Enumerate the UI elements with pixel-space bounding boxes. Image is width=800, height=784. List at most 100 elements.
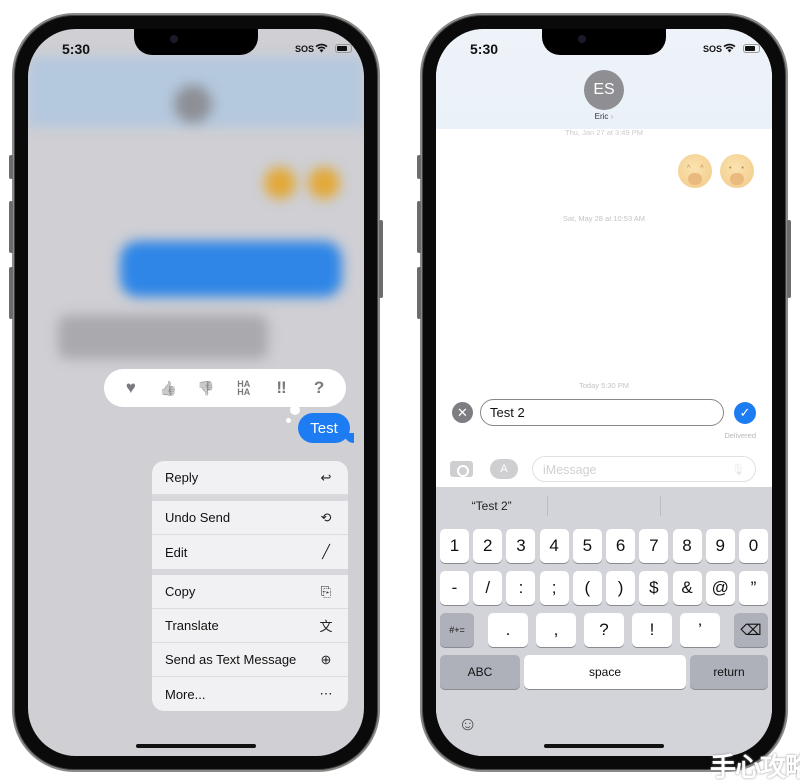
status-bar: 5:30 SOS (28, 41, 364, 61)
apps-glyph: A (500, 463, 508, 475)
tapback-bar: ♥ 👍 👎 HA HA ‼ ? (104, 369, 346, 407)
home-indicator[interactable] (136, 744, 256, 748)
key[interactable]: 7 (639, 529, 669, 563)
key[interactable]: 3 (506, 529, 536, 563)
edit-message-row: ✕ Test 2 ✓ (450, 399, 758, 427)
volume-down-button (417, 267, 421, 319)
key[interactable]: 4 (539, 529, 569, 563)
chevron-right-icon: › (610, 112, 614, 121)
mute-switch (9, 155, 13, 179)
menu-item-copy[interactable]: Copy ⎘ (152, 575, 348, 609)
blurred-bubble (120, 241, 342, 297)
abc-key[interactable]: ABC (440, 655, 520, 689)
key[interactable]: & (672, 571, 702, 605)
menu-item-reply[interactable]: Reply ↩ (152, 461, 348, 495)
menu-label: Copy (165, 584, 196, 599)
menu-item-undo-send[interactable]: Undo Send ⟲ (152, 501, 348, 535)
cancel-edit-button[interactable]: ✕ (452, 402, 473, 423)
keyboard-row-symbols: - /:;() $ & @” (440, 571, 768, 605)
key[interactable]: 6 (606, 529, 636, 563)
key[interactable]: 8 (672, 529, 702, 563)
send-arrow-icon: ⊕ (320, 651, 332, 667)
more-symbols-key[interactable]: #+= (440, 613, 474, 647)
key[interactable]: , (536, 613, 576, 647)
menu-label: Reply (165, 470, 199, 485)
key[interactable]: 1 (440, 529, 469, 563)
emoji-hand-over-mouth[interactable]: ^ ^ (678, 154, 712, 188)
confirm-edit-button[interactable]: ✓ (734, 402, 756, 424)
avatar-initials: ES (593, 81, 615, 98)
edit-value: Test 2 (490, 405, 525, 420)
key[interactable]: 9 (705, 529, 735, 563)
imessage-placeholder: iMessage (543, 463, 597, 477)
keyboard-row-bottom: ABC space return (440, 655, 768, 689)
microphone-icon[interactable]: 🎙 (731, 463, 745, 476)
space-key[interactable]: space (524, 655, 686, 689)
key[interactable]: ; (539, 571, 569, 605)
timestamp: Today 5:30 PM (578, 381, 630, 390)
emoji-face-open-eyes-hand-over-mouth[interactable]: • • (720, 154, 754, 188)
key[interactable]: ) (606, 571, 636, 605)
key[interactable]: 0 (738, 529, 768, 563)
emoji-keyboard-icon[interactable]: ☺ (458, 714, 477, 736)
key[interactable]: 2 (473, 529, 503, 563)
keyboard: “Test 2” 1234567890 - /:;() $ & @” #+= .,?!’… (436, 487, 772, 756)
key[interactable]: ? (584, 613, 624, 647)
app-store-icon[interactable]: A (490, 459, 518, 479)
key[interactable]: : (506, 571, 536, 605)
suggestion[interactable] (661, 496, 772, 516)
more-icon: ⋯ (319, 686, 333, 701)
wifi-icon (315, 43, 328, 53)
key[interactable]: - (440, 571, 469, 605)
key[interactable]: ! (632, 613, 672, 647)
key[interactable]: / (473, 571, 503, 605)
thumbs-down-icon[interactable]: 👎 (192, 380, 220, 397)
suggestion[interactable] (548, 496, 659, 516)
contact-avatar[interactable]: ES (584, 70, 624, 110)
contact-name: Eric (594, 112, 609, 121)
key[interactable]: @ (705, 571, 735, 605)
haha-icon[interactable]: HA HA (230, 380, 258, 397)
menu-item-translate[interactable]: Translate 文 (152, 609, 348, 643)
key[interactable]: ( (572, 571, 602, 605)
blurred-emoji (308, 167, 340, 199)
mute-switch (417, 155, 421, 179)
wifi-icon (723, 43, 736, 53)
key[interactable]: ” (738, 571, 768, 605)
menu-item-edit[interactable]: Edit ╱ (152, 535, 348, 569)
volume-down-button (9, 267, 13, 319)
left-phone: 5:30 SOS ♥ 👍 👎 HA HA ‼ ? Test Reply ↩ Undo… (9, 13, 383, 772)
status-time: 5:30 (470, 41, 499, 57)
thumbs-up-icon[interactable]: 👍 (154, 380, 182, 397)
menu-label: More... (165, 686, 206, 702)
home-indicator[interactable] (544, 744, 664, 748)
timestamp: Thu, Jan 27 at 3:49 PM (565, 128, 643, 137)
status-bar: 5:30 SOS (436, 41, 772, 61)
suggestion[interactable]: “Test 2” (436, 496, 547, 516)
left-screen: 5:30 SOS ♥ 👍 👎 HA HA ‼ ? Test Reply ↩ Undo… (28, 29, 364, 756)
status-time: 5:30 (62, 41, 91, 57)
right-phone: 5:30 SOS ES Eric › Thu, Jan 27 at 3:49 P… (417, 13, 791, 772)
key[interactable]: . (488, 613, 528, 647)
menu-label: Undo Send (165, 510, 231, 525)
blurred-bubble (58, 315, 268, 359)
checkmark-icon: ✓ (739, 405, 751, 420)
camera-icon[interactable] (450, 461, 473, 477)
contact-name-link[interactable]: Eric › (436, 112, 772, 121)
key[interactable]: 5 (572, 529, 602, 563)
return-key[interactable]: return (690, 655, 768, 689)
exclamation-icon[interactable]: ‼ (267, 378, 295, 398)
menu-label: Edit (165, 544, 188, 560)
edit-message-input[interactable]: Test 2 (480, 399, 724, 426)
right-screen: 5:30 SOS ES Eric › Thu, Jan 27 at 3:49 P… (436, 29, 772, 756)
menu-item-send-as-text[interactable]: Send as Text Message ⊕ (152, 643, 348, 677)
imessage-input[interactable]: iMessage 🎙 (532, 456, 756, 482)
selected-message-bubble[interactable]: Test (298, 413, 354, 443)
key[interactable]: ’ (680, 613, 720, 647)
menu-item-more[interactable]: More... ⋯ (152, 677, 348, 711)
delete-key[interactable]: ⌫ (734, 613, 768, 647)
key[interactable]: $ (639, 571, 669, 605)
tapback-tail (286, 418, 291, 423)
heart-icon[interactable]: ♥ (117, 378, 145, 398)
question-icon[interactable]: ? (305, 378, 333, 398)
